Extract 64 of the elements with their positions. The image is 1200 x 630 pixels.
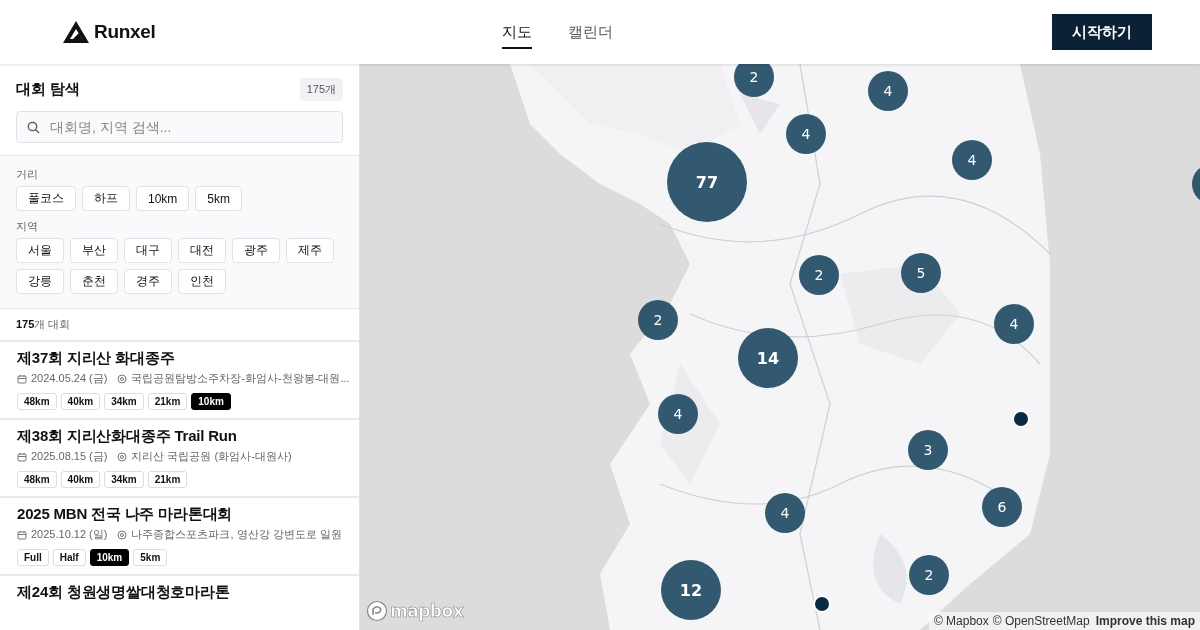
filter-chip[interactable]: 광주	[232, 238, 280, 263]
race-card[interactable]: 제37회 지리산 화대종주 2024.05.24 (금) 국립공원탐방소주차장-화엄사-천왕봉-대원... 48km 40km 34km 21km 10km	[0, 342, 359, 418]
race-card[interactable]: 제38회 지리산화대종주 Trail Run 2025.08.15 (금) 지리산 국립공원 (화엄사-대원사) 48km 40km 34km 21km	[0, 420, 359, 496]
filter-chip[interactable]: 대구	[124, 238, 172, 263]
filter-chip[interactable]: 하프	[82, 186, 130, 211]
race-location: 지리산 국립공원 (화엄사-대원사)	[131, 449, 292, 464]
logo-icon	[62, 20, 90, 44]
search-icon	[27, 120, 40, 134]
race-location: 나주종합스포츠파크, 영산강 강변도로 일원	[131, 527, 342, 542]
filter-chip[interactable]: 인천	[178, 269, 226, 294]
race-title: 제38회 지리산화대종주 Trail Run	[17, 427, 238, 445]
search-field[interactable]: 대회명, 지역 검색...	[48, 118, 332, 136]
distance-tag: 34km	[104, 393, 144, 410]
filter-label: 지역	[16, 219, 39, 234]
distance-tag: 10km	[89, 549, 130, 566]
improve-map-link[interactable]: Improve this map	[1095, 614, 1195, 628]
filter-chip[interactable]: 경주	[124, 269, 172, 294]
filter-chip[interactable]: 풀코스	[16, 186, 76, 211]
filter-chip[interactable]: 대전	[178, 238, 226, 263]
logo-text: Runxel	[94, 21, 156, 43]
nav-tab[interactable]: 지도	[502, 15, 532, 49]
distance-tag: 48km	[17, 471, 57, 488]
filter-chip[interactable]: 춘천	[70, 269, 118, 294]
race-date: 2025.10.12 (일)	[31, 527, 108, 542]
location-pin-icon	[117, 373, 128, 384]
distance-tag: 34km	[104, 471, 144, 488]
race-title: 제24회 청원생명쌀대청호마라톤	[17, 583, 231, 601]
race-date: 2025.08.15 (금)	[31, 449, 108, 464]
distance-tag: 5km	[133, 549, 168, 566]
filter-chip[interactable]: 5km	[195, 186, 242, 211]
filter-label: 거리	[16, 167, 39, 182]
race-title: 제37회 지리산 화대종주	[17, 349, 176, 367]
distance-tag: 40km	[60, 471, 101, 488]
calendar-icon	[17, 451, 27, 462]
nav-tab[interactable]: 캘린더	[568, 15, 613, 49]
filter-chip[interactable]: 강릉	[16, 269, 64, 294]
attribution-link[interactable]: © OpenStreetMap	[992, 614, 1090, 628]
distance-tag: 10km	[191, 393, 231, 410]
start-button[interactable]: 시작하기	[1052, 14, 1152, 50]
panel-title: 대회 탐색	[16, 80, 81, 99]
mapbox-logo-text: mapbox	[390, 601, 464, 621]
calendar-icon	[17, 529, 27, 540]
search-box[interactable]: 대회명, 지역 검색...	[16, 111, 343, 143]
race-title: 2025 MBN 전국 나주 마라톤대회	[17, 505, 234, 523]
attribution-link[interactable]: © Mapbox	[933, 614, 989, 628]
distance-tag: Full	[17, 549, 49, 566]
distance-tag: Half	[52, 549, 86, 566]
distance-tag: 48km	[17, 393, 57, 410]
filter-chip[interactable]: 10km	[136, 186, 190, 211]
filter-chip[interactable]: 서울	[16, 238, 64, 263]
filter-chip[interactable]: 제주	[286, 238, 334, 263]
location-pin-icon	[117, 529, 128, 540]
distance-tag: 21km	[147, 393, 188, 410]
race-date: 2024.05.24 (금)	[31, 371, 108, 386]
race-card[interactable]: 제24회 청원생명쌀대청호마라톤	[0, 576, 359, 613]
filter-chip[interactable]: 부산	[70, 238, 118, 263]
count-badge: 175개	[299, 78, 343, 101]
location-pin-icon	[117, 451, 128, 462]
distance-tag: 40km	[60, 393, 101, 410]
mapbox-logo-icon	[366, 600, 388, 622]
calendar-icon	[17, 373, 27, 384]
race-card[interactable]: 2025 MBN 전국 나주 마라톤대회 2025.10.12 (일) 나주종합스포츠파크, 영산강 강변도로 일원 Full Half 10km 5km	[0, 498, 359, 574]
distance-tag: 21km	[147, 471, 188, 488]
race-location: 국립공원탐방소주차장-화엄사-천왕봉-대원...	[131, 371, 350, 386]
